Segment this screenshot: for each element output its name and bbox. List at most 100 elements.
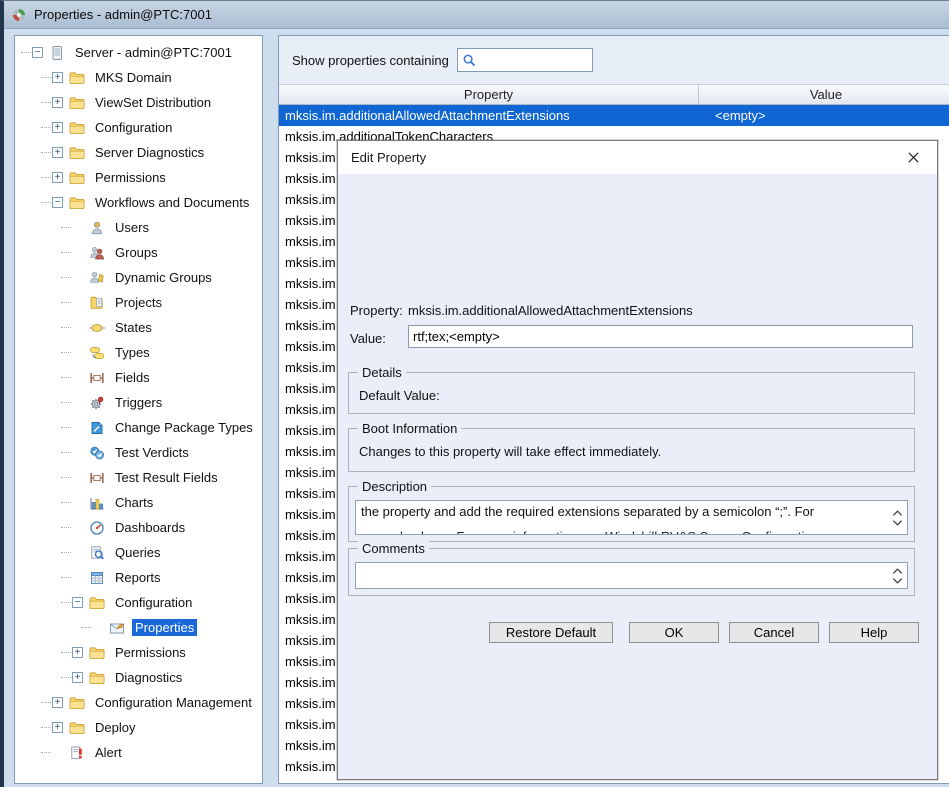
- tree-item-types[interactable]: Types: [15, 340, 262, 365]
- scroll-down-icon[interactable]: [892, 577, 903, 585]
- collapse-toggle-icon[interactable]: −: [52, 197, 63, 208]
- tree-item-diagnostics[interactable]: +Diagnostics: [15, 665, 262, 690]
- tree-item-properties[interactable]: Properties: [15, 615, 262, 640]
- tree-connector: [61, 277, 71, 278]
- tree-item-states[interactable]: States: [15, 315, 262, 340]
- tree-item-groups[interactable]: Groups: [15, 240, 262, 265]
- report-icon: [89, 570, 107, 586]
- tree-item-label: Triggers: [112, 394, 165, 411]
- table-header: Property Value: [279, 85, 949, 105]
- tree-connector: [61, 302, 71, 303]
- tree-item-permissions[interactable]: +Permissions: [15, 165, 262, 190]
- tree-item-charts[interactable]: Charts: [15, 490, 262, 515]
- expand-toggle-icon[interactable]: +: [52, 122, 63, 133]
- tree-item-users[interactable]: Users: [15, 215, 262, 240]
- dynamic-group-icon: [89, 270, 107, 286]
- expand-toggle-icon[interactable]: +: [52, 147, 63, 158]
- tree-item-configuration[interactable]: +Configuration: [15, 115, 262, 140]
- description-text-clipped: example above. For more information see …: [361, 529, 885, 534]
- expand-toggle-icon[interactable]: +: [52, 97, 63, 108]
- value-cell: <empty>: [699, 108, 949, 123]
- close-button[interactable]: [902, 147, 924, 169]
- restore-default-button[interactable]: Restore Default: [489, 622, 613, 643]
- tree-item-label: ViewSet Distribution: [92, 94, 214, 111]
- tree-item-label: Properties: [132, 619, 197, 636]
- tree-item-label: Test Verdicts: [112, 444, 192, 461]
- folder-icon: [89, 595, 107, 611]
- expand-toggle-icon[interactable]: +: [52, 172, 63, 183]
- folder-icon: [69, 170, 87, 186]
- tree-connector: [41, 727, 51, 728]
- tree-item-server-admin-ptc-7001[interactable]: −Server - admin@PTC:7001: [15, 40, 262, 65]
- tree-connector: [41, 202, 51, 203]
- tree-connector: [41, 177, 51, 178]
- tree-connector: [61, 652, 71, 653]
- tree-item-change-package-types[interactable]: Change Package Types: [15, 415, 262, 440]
- dialog-buttons: Restore Default OK Cancel Help: [489, 622, 919, 643]
- table-row[interactable]: mksis.im.additionalAllowedAttachmentExte…: [279, 105, 949, 126]
- comments-textarea[interactable]: [355, 562, 908, 589]
- tree-item-label: Fields: [112, 369, 153, 386]
- search-box[interactable]: [457, 48, 593, 72]
- tree-item-label: Groups: [112, 244, 161, 261]
- collapse-toggle-icon[interactable]: −: [32, 47, 43, 58]
- alert-icon: [69, 745, 87, 761]
- search-input[interactable]: [480, 50, 592, 70]
- tree-item-server-diagnostics[interactable]: +Server Diagnostics: [15, 140, 262, 165]
- tree-item-queries[interactable]: Queries: [15, 540, 262, 565]
- value-input[interactable]: [408, 325, 913, 348]
- tree-item-permissions[interactable]: + Permissions: [15, 640, 262, 665]
- query-icon: [89, 545, 107, 561]
- tree-item-deploy[interactable]: +Deploy: [15, 715, 262, 740]
- boot-information-group: Boot Information Changes to this propert…: [348, 428, 915, 472]
- filter-bar: Show properties containing: [279, 36, 949, 85]
- tree-item-dashboards[interactable]: Dashboards: [15, 515, 262, 540]
- comments-scrollbar[interactable]: [889, 563, 905, 588]
- change-package-icon: [89, 420, 107, 436]
- scroll-up-icon[interactable]: [892, 509, 903, 517]
- scroll-down-icon[interactable]: [892, 519, 903, 527]
- tree-connector: [61, 352, 71, 353]
- dialog-titlebar: Edit Property: [338, 141, 937, 174]
- tree-item-configuration[interactable]: − Configuration: [15, 590, 262, 615]
- tree-item-test-verdicts[interactable]: Test Verdicts: [15, 440, 262, 465]
- chart-icon: [89, 495, 107, 511]
- tree-item-configuration-management[interactable]: +Configuration Management: [15, 690, 262, 715]
- tree-connector: [61, 227, 71, 228]
- tree-connector: [41, 702, 51, 703]
- cancel-button[interactable]: Cancel: [729, 622, 819, 643]
- edit-property-dialog: Edit Property Property: mksis.im.additio…: [337, 140, 938, 780]
- tree-item-reports[interactable]: Reports: [15, 565, 262, 590]
- tree-item-fields[interactable]: Fields: [15, 365, 262, 390]
- tree-item-label: Permissions: [112, 644, 189, 661]
- tree-item-workflows-and-documents[interactable]: −Workflows and Documents: [15, 190, 262, 215]
- tree-item-dynamic-groups[interactable]: Dynamic Groups: [15, 265, 262, 290]
- tree-item-mks-domain[interactable]: + MKS Domain: [15, 65, 262, 90]
- column-header-property[interactable]: Property: [279, 85, 699, 104]
- description-textarea[interactable]: the property and add the required extens…: [355, 500, 908, 535]
- tree-item-label: Users: [112, 219, 152, 236]
- tree-item-label: Configuration: [112, 594, 195, 611]
- tree-item-label: MKS Domain: [92, 69, 175, 86]
- expand-toggle-icon[interactable]: +: [72, 647, 83, 658]
- expand-toggle-icon[interactable]: +: [52, 722, 63, 733]
- tree-item-viewset-distribution[interactable]: + ViewSet Distribution: [15, 90, 262, 115]
- help-button[interactable]: Help: [829, 622, 919, 643]
- expand-toggle-icon[interactable]: +: [72, 672, 83, 683]
- tree-connector: [61, 377, 71, 378]
- column-header-value[interactable]: Value: [699, 85, 949, 104]
- collapse-toggle-icon[interactable]: −: [72, 597, 83, 608]
- tree-item-triggers[interactable]: Triggers: [15, 390, 262, 415]
- expand-toggle-icon[interactable]: +: [52, 697, 63, 708]
- property-cell: mksis.im.additionalAllowedAttachmentExte…: [279, 108, 699, 123]
- description-scrollbar[interactable]: [889, 501, 905, 534]
- tree-item-alert[interactable]: Alert: [15, 740, 262, 765]
- tree-item-test-result-fields[interactable]: Test Result Fields: [15, 465, 262, 490]
- navigation-tree: −Server - admin@PTC:7001 + MKS Domain + View…: [14, 35, 263, 784]
- description-group: Description the property and add the req…: [348, 486, 915, 542]
- tree-item-projects[interactable]: Projects: [15, 290, 262, 315]
- scroll-up-icon[interactable]: [892, 567, 903, 575]
- tree-connector: [41, 77, 51, 78]
- ok-button[interactable]: OK: [629, 622, 719, 643]
- expand-toggle-icon[interactable]: +: [52, 72, 63, 83]
